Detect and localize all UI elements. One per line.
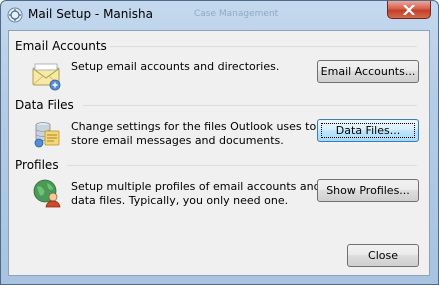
profiles-description-line1: Setup multiple profiles of email account… [71, 180, 321, 193]
envelope-icon [31, 59, 63, 91]
data-files-description-line2: store email messages and documents. [71, 134, 284, 147]
close-button[interactable]: Close [347, 244, 419, 267]
email-accounts-divider [101, 46, 417, 47]
close-x-icon [403, 5, 415, 15]
email-accounts-button[interactable]: Email Accounts... [317, 60, 419, 83]
profiles-description-line2: data files. Typically, you only need one… [71, 194, 289, 207]
profiles-heading: Profiles [15, 158, 62, 172]
data-files-heading: Data Files [15, 98, 77, 112]
data-files-divider [83, 105, 417, 106]
email-accounts-heading: Email Accounts [15, 39, 110, 53]
data-files-button[interactable]: Data Files... [317, 119, 419, 142]
data-files-description-line1: Change settings for the files Outlook us… [71, 120, 317, 133]
mail-setup-dialog: Mail Setup - Manisha Case Management Ema… [0, 0, 439, 285]
profiles-icon [31, 177, 63, 209]
mail-setup-icon [7, 7, 23, 23]
window-title: Mail Setup - Manisha [28, 7, 153, 21]
profiles-divider [67, 165, 417, 166]
window-close-button[interactable] [387, 1, 431, 19]
dialog-body: Email Accounts Setup email accounts and … [8, 30, 430, 276]
data-files-icon [31, 117, 63, 149]
title-bar[interactable]: Mail Setup - Manisha Case Management [1, 1, 438, 29]
email-accounts-description: Setup email accounts and directories. [71, 60, 280, 73]
background-window-title: Case Management [194, 9, 279, 19]
show-profiles-button[interactable]: Show Profiles... [317, 179, 419, 202]
